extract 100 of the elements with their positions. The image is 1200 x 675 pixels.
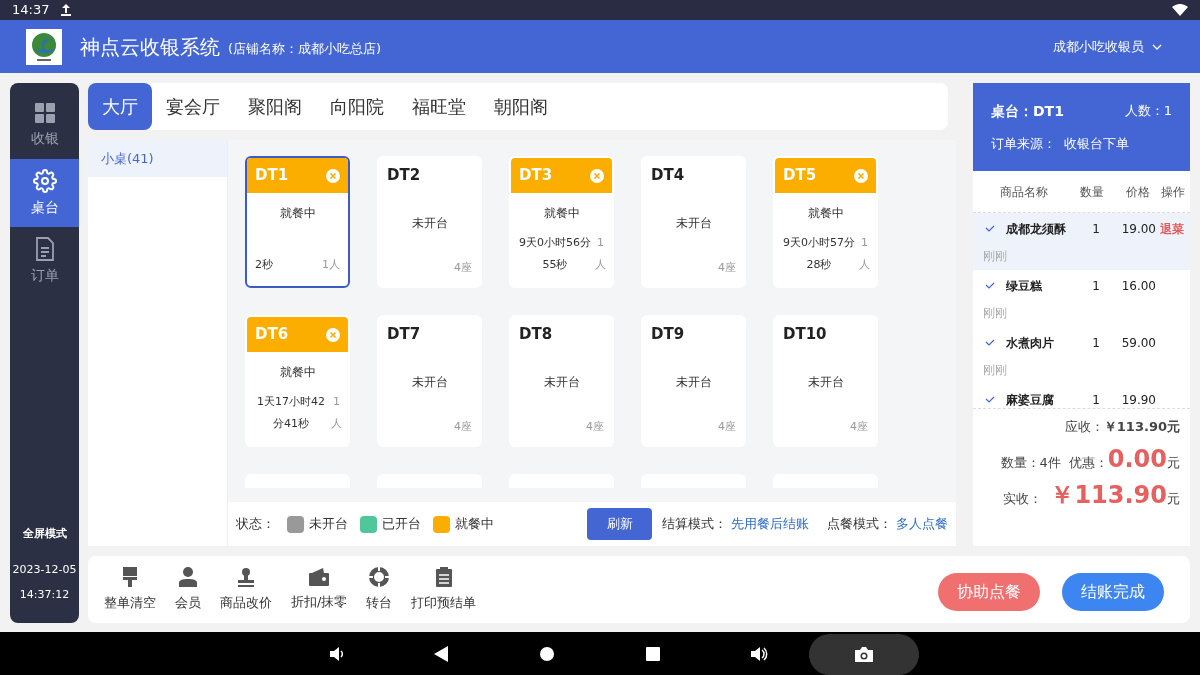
item-quantity: 1 [1091,391,1101,408]
toolbar-action[interactable]: 打印预结单 [411,566,477,613]
seat-count: 4座 [718,259,736,276]
store-name: (店铺名称：成都小吃总店) [228,39,382,58]
area-tab[interactable]: 朝阳阁 [480,83,562,130]
table-name: DT6 [255,324,289,346]
toolbar-action[interactable]: 折扣/抹零 [291,567,348,612]
table-name: DT10 [783,324,828,345]
brush-icon [122,566,138,587]
item-time: 刚刚 [982,362,1008,379]
area-tab[interactable]: 福旺堂 [398,83,480,130]
nav-item[interactable]: 订单 [10,227,79,295]
volume-down-icon[interactable] [329,645,345,662]
check-icon [985,282,995,289]
person-icon [179,566,197,587]
discount-unit: 元 [1167,454,1180,472]
table-name: DT9 [651,324,686,345]
item-name: 麻婆豆腐 [1006,391,1055,408]
table-name: DT7 [387,324,422,345]
close-icon[interactable] [326,168,340,183]
legend-text: 未开台 [309,515,348,534]
check-icon [985,225,995,232]
checkout-button[interactable]: 结账完成 [1062,573,1164,611]
item-price: 19.90 [1120,391,1156,408]
table-card[interactable]: DT10 未开台 4座 [773,315,878,447]
seat-count: 4座 [850,418,868,435]
camera-icon [855,647,873,662]
wifi-icon [1172,4,1188,16]
upload-icon [61,4,72,16]
legend-label: 状态： [236,515,275,534]
user-menu[interactable]: 成都小吃收银员 [1053,36,1162,57]
close-icon[interactable] [326,327,340,342]
table-card[interactable]: DT7 未开台 4座 [377,315,482,447]
column-header: 商品名称 [998,183,1049,201]
item-quantity: 1 [1091,277,1101,295]
stamp-icon [237,566,255,587]
nav-item[interactable]: 收银 [10,91,79,159]
table-card[interactable]: DT6 就餐中 1天17小时42分41秒 1人 [245,315,350,447]
table-state: 未开台 [411,373,448,391]
refresh-button[interactable]: 刷新 [587,508,652,540]
table-name: DT5 [783,165,817,187]
column-header: 数量 [1079,183,1105,201]
guest-count: 1人 [322,257,340,273]
table-card[interactable]: DT3 就餐中 9天0小时56分55秒 1人 [509,156,614,288]
table-card[interactable]: DT2 未开台 4座 [377,156,482,288]
logo-icon [26,28,62,65]
table-state: 就餐中 [543,205,580,222]
item-price: 59.00 [1120,334,1156,352]
screenshot-button[interactable] [809,634,919,675]
table-state: 就餐中 [279,205,316,222]
item-name: 成都龙须酥 [1006,220,1067,238]
guest-count: 1人 [859,235,868,273]
toolbar-action[interactable]: 商品改价 [220,566,272,613]
column-header: 操作 [1161,183,1185,201]
volume-up-icon[interactable] [750,645,768,662]
back-icon[interactable] [434,645,448,662]
recents-icon[interactable] [646,646,660,661]
app-title: 神点云收银系统 [80,33,220,61]
table-name: DT4 [651,165,686,186]
close-icon[interactable] [590,168,604,183]
nav-item[interactable]: 桌台 [10,159,79,227]
receivable-label: 应收： [1064,418,1104,436]
chevron-down-icon [1152,43,1162,50]
legend-text: 就餐中 [455,515,494,534]
table-card[interactable]: DT5 就餐中 9天0小时57分28秒 1人 [773,156,878,288]
table-state: 就餐中 [279,364,316,381]
item-count: 数量：4件 [1000,453,1061,472]
dining-duration: 1天17小时42分41秒 [256,394,326,432]
dining-duration: 9天0小时57分28秒 [783,235,855,273]
area-tab[interactable]: 聚阳阁 [234,83,316,130]
order-mode-link[interactable]: 多人点餐 [896,514,948,534]
area-tab[interactable]: 向阳院 [316,83,398,130]
paid-amount: ￥113.90 [1050,479,1167,511]
order-item[interactable]: 成都龙须酥 1 19.00 退菜 刚刚 [973,213,1190,270]
item-quantity: 1 [1091,220,1101,238]
dining-duration: 2秒 [255,257,273,273]
toolbar-action[interactable]: 整单清空 [104,566,156,613]
table-card[interactable]: DT4 未开台 4座 [641,156,746,288]
receivable-amount: ￥113.90元 [1103,418,1180,436]
wallet-icon [309,567,330,586]
discount-label: 优惠： [1068,453,1108,472]
table-card[interactable]: DT1 就餐中 2秒 1人 [245,156,350,288]
home-icon[interactable] [540,646,554,661]
toolbar-action[interactable]: 转台 [366,566,393,613]
area-tab[interactable]: 大厅 [88,83,152,130]
discount-amount: 0.00 [1107,443,1167,475]
toolbar-action[interactable]: 会员 [175,566,201,613]
order-mode-label: 点餐模式： [827,515,892,534]
item-price: 16.00 [1120,277,1156,295]
table-card[interactable]: DT9 未开台 4座 [641,315,746,447]
area-tab[interactable]: 宴会厅 [152,83,234,130]
settings-icon [32,168,57,193]
fullscreen-toggle[interactable]: 全屏模式 [22,525,67,542]
table-group[interactable]: 小桌(41) [88,140,227,177]
close-icon[interactable] [854,168,868,183]
item-quantity: 1 [1091,334,1101,352]
table-card[interactable]: DT8 未开台 4座 [509,315,614,447]
settle-mode-link[interactable]: 先用餐后结账 [731,514,809,534]
clipboard-icon [435,566,452,587]
seat-count: 4座 [454,259,472,276]
